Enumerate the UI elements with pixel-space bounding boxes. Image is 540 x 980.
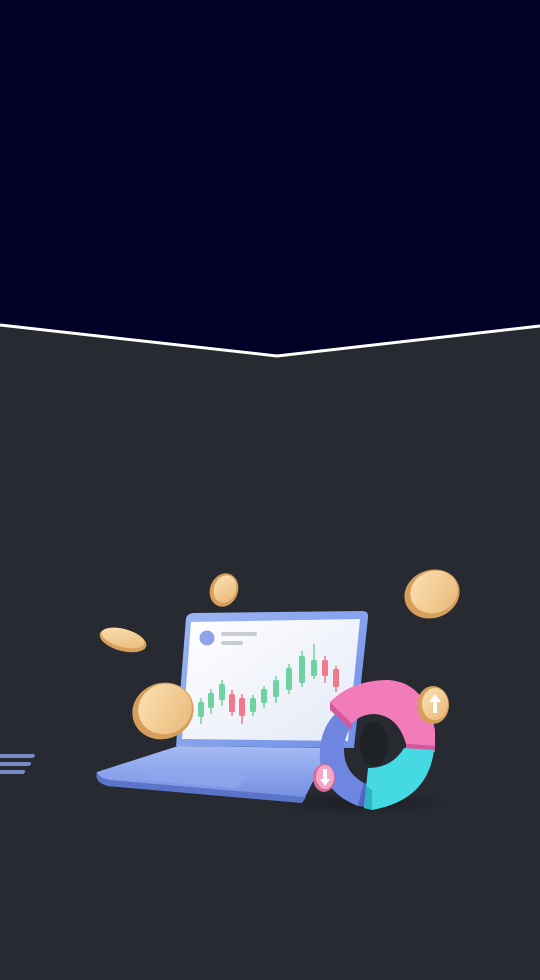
candle-body: [273, 680, 279, 697]
candle-body: [333, 669, 339, 687]
screen-avatar: [199, 630, 215, 646]
header-background: [0, 0, 540, 356]
candle-body: [219, 684, 225, 700]
candle-body: [299, 656, 305, 683]
candle-body: [208, 693, 214, 708]
onboarding-screen: [0, 0, 540, 980]
candle-body: [229, 694, 235, 712]
candle-body: [198, 702, 204, 717]
screen-text-line-2: [221, 641, 243, 645]
arrow-down-icon: [313, 764, 335, 792]
header-band: [0, 0, 540, 358]
candle-body: [311, 660, 317, 676]
arrow-up-icon: [417, 686, 449, 724]
screen-text-line-1: [221, 632, 257, 636]
candle-body: [250, 698, 256, 712]
finance-illustration: [0, 569, 460, 815]
donut-hole: [360, 722, 388, 766]
candle-body: [322, 660, 328, 676]
candle-body: [239, 698, 245, 716]
candle-body: [286, 668, 292, 690]
laptop-keyboard: [0, 754, 35, 774]
candle-body: [261, 689, 267, 703]
